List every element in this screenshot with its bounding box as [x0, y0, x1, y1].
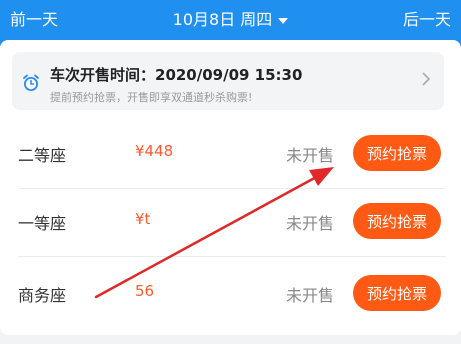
seat-name: 商务座	[18, 286, 67, 305]
seat-row-first-class: 一等座 ¥t 未开售 预约抢票	[0, 188, 461, 256]
sale-status: 未开售	[286, 286, 335, 305]
notice-subtitle: 提前预约抢票，开售即享双通道秒杀购票!	[50, 91, 253, 104]
seat-row-second-class: 二等座 ¥448 未开售 预约抢票	[0, 120, 461, 188]
date-label: 10月8日 周四	[172, 10, 273, 29]
next-day-button[interactable]: 后一天	[403, 6, 451, 30]
seat-price: ¥t	[135, 210, 151, 228]
chevron-right-icon	[422, 72, 430, 86]
sale-status: 未开售	[286, 146, 335, 165]
seat-price: ¥448	[135, 142, 174, 160]
notice-title: 车次开售时间：2020/09/09 15:30	[50, 66, 303, 84]
sale-time-notice[interactable]: 车次开售时间：2020/09/09 15:30 提前预约抢票，开售即享双通道秒杀…	[12, 52, 444, 110]
reserve-button[interactable]: 预约抢票	[353, 275, 441, 311]
caret-down-icon	[278, 17, 289, 24]
reserve-button[interactable]: 预约抢票	[353, 203, 441, 239]
seat-name: 一等座	[18, 214, 67, 233]
seat-row-business-class: 商务座 56 未开售 预约抢票	[0, 260, 461, 328]
date-selector[interactable]: 10月8日 周四	[0, 6, 461, 30]
seat-price: 56	[135, 282, 155, 300]
seat-card: 车次开售时间：2020/09/09 15:30 提前预约抢票，开售即享双通道秒杀…	[0, 40, 461, 335]
seat-name: 二等座	[18, 146, 67, 165]
divider	[18, 256, 446, 257]
sale-status: 未开售	[286, 214, 335, 233]
alarm-clock-icon	[23, 74, 39, 91]
reserve-button[interactable]: 预约抢票	[353, 135, 441, 171]
